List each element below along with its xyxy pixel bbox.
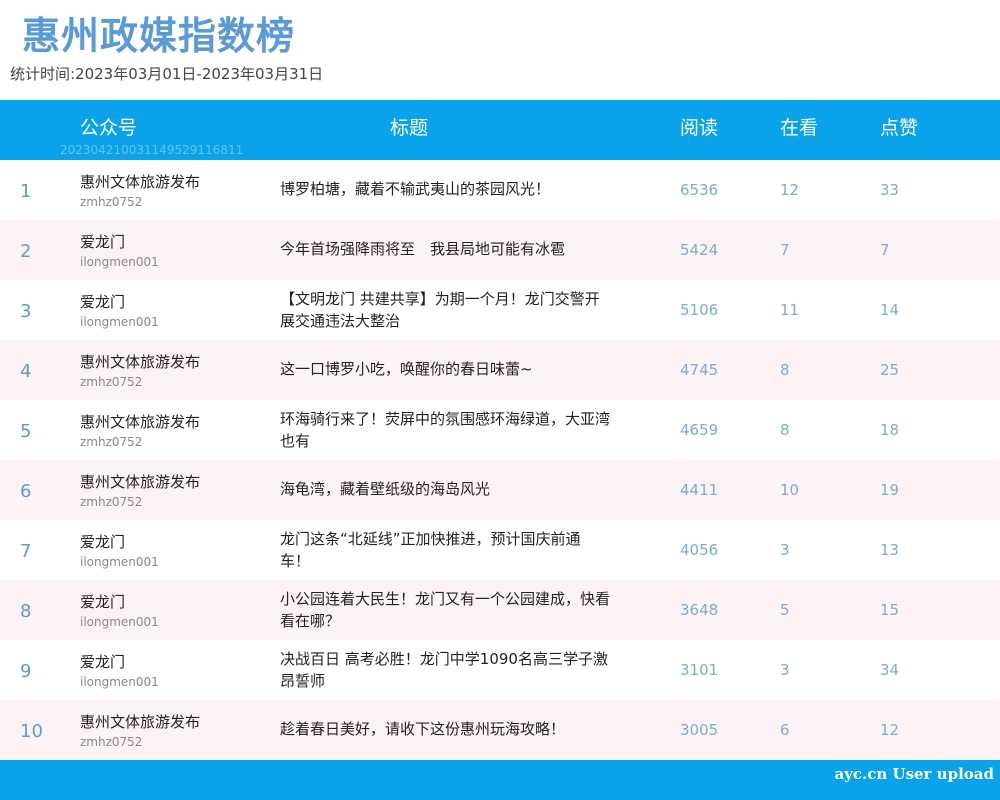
account-name[interactable]: 惠州文体旅游发布 bbox=[80, 712, 200, 732]
article-title[interactable]: 决战百日 高考必胜！龙门中学1090名高三学子激昂誓师 bbox=[280, 648, 610, 692]
table-row[interactable]: 4 惠州文体旅游发布 zmhz0752 这一口博罗小吃，唤醒你的春日味蕾~ 47… bbox=[0, 340, 1000, 400]
account-name[interactable]: 爱龙门 bbox=[80, 592, 125, 612]
column-header-watching[interactable]: 在看 bbox=[780, 100, 818, 156]
read-count: 4056 bbox=[680, 541, 719, 559]
rank-number: 5 bbox=[20, 421, 32, 442]
article-title[interactable]: 博罗柏塘，藏着不输武夷山的茶园风光！ bbox=[280, 178, 610, 200]
article-title[interactable]: 海龟湾，藏着壁纸级的海岛风光 bbox=[280, 478, 610, 500]
account-name[interactable]: 爱龙门 bbox=[80, 532, 125, 552]
account-name[interactable]: 惠州文体旅游发布 bbox=[80, 472, 200, 492]
account-name[interactable]: 爱龙门 bbox=[80, 232, 125, 252]
table-row[interactable]: 7 爱龙门 ilongmen001 龙门这条“北延线”正加快推进，预计国庆前通车… bbox=[0, 520, 1000, 580]
account-id: ilongmen001 bbox=[80, 615, 159, 629]
rank-number: 4 bbox=[20, 361, 32, 382]
account-id: zmhz0752 bbox=[80, 435, 143, 449]
account-name[interactable]: 惠州文体旅游发布 bbox=[80, 352, 200, 372]
read-count: 6536 bbox=[680, 181, 719, 199]
watching-count: 5 bbox=[780, 601, 790, 619]
like-count: 12 bbox=[880, 721, 900, 739]
rank-number: 9 bbox=[20, 661, 32, 682]
watching-count: 6 bbox=[780, 721, 790, 739]
rank-number: 2 bbox=[20, 241, 32, 262]
page-title: 惠州政媒指数榜 bbox=[22, 14, 296, 58]
like-count: 34 bbox=[880, 661, 900, 679]
account-name[interactable]: 惠州文体旅游发布 bbox=[80, 412, 200, 432]
watching-count: 8 bbox=[780, 361, 790, 379]
read-count: 4411 bbox=[680, 481, 719, 499]
rank-number: 1 bbox=[20, 181, 32, 202]
table-row[interactable]: 5 惠州文体旅游发布 zmhz0752 环海骑行来了！荧屏中的氛围感环海绿道，大… bbox=[0, 400, 1000, 460]
account-name[interactable]: 惠州文体旅游发布 bbox=[80, 172, 200, 192]
account-name[interactable]: 爱龙门 bbox=[80, 292, 125, 312]
like-count: 18 bbox=[880, 421, 900, 439]
column-header-reads[interactable]: 阅读 bbox=[680, 100, 718, 156]
account-id: ilongmen001 bbox=[80, 555, 159, 569]
rank-number: 7 bbox=[20, 541, 32, 562]
watching-count: 3 bbox=[780, 661, 790, 679]
read-count: 5424 bbox=[680, 241, 719, 259]
account-id: zmhz0752 bbox=[80, 495, 143, 509]
account-id: zmhz0752 bbox=[80, 375, 143, 389]
article-title[interactable]: 环海骑行来了！荧屏中的氛围感环海绿道，大亚湾也有 bbox=[280, 408, 610, 452]
read-count: 3648 bbox=[680, 601, 719, 619]
read-count: 5106 bbox=[680, 301, 719, 319]
rank-number: 3 bbox=[20, 301, 32, 322]
column-header-likes[interactable]: 点赞 bbox=[880, 100, 918, 156]
footer-bar: ayc.cn User upload bbox=[0, 760, 1000, 800]
like-count: 15 bbox=[880, 601, 900, 619]
watching-count: 12 bbox=[780, 181, 800, 199]
article-title[interactable]: 这一口博罗小吃，唤醒你的春日味蕾~ bbox=[280, 358, 610, 380]
article-title[interactable]: 趁着春日美好，请收下这份惠州玩海攻略！ bbox=[280, 718, 610, 740]
like-count: 19 bbox=[880, 481, 900, 499]
ranking-table-body: 1 惠州文体旅游发布 zmhz0752 博罗柏塘，藏着不输武夷山的茶园风光！ 6… bbox=[0, 160, 1000, 760]
like-count: 7 bbox=[880, 241, 890, 259]
watermark-id: 20230421003114952911681​1 bbox=[60, 143, 244, 157]
like-count: 14 bbox=[880, 301, 900, 319]
rank-number: 8 bbox=[20, 601, 32, 622]
account-id: ilongmen001 bbox=[80, 675, 159, 689]
watching-count: 3 bbox=[780, 541, 790, 559]
article-title[interactable]: 【文明龙门 共建共享】为期一个月！龙门交警开展交通违法大整治 bbox=[280, 288, 610, 332]
rank-number: 6 bbox=[20, 481, 32, 502]
watching-count: 10 bbox=[780, 481, 800, 499]
article-title[interactable]: 今年首场强降雨将至 我县局地可能有冰雹 bbox=[280, 238, 610, 260]
table-row[interactable]: 10 惠州文体旅游发布 zmhz0752 趁着春日美好，请收下这份惠州玩海攻略！… bbox=[0, 700, 1000, 760]
account-id: ilongmen001 bbox=[80, 315, 159, 329]
statistics-period: 统计时间:2023年03月01日-2023年03月31日 bbox=[10, 65, 324, 83]
rank-number: 10 bbox=[20, 721, 43, 742]
account-id: zmhz0752 bbox=[80, 735, 143, 749]
table-row[interactable]: 6 惠州文体旅游发布 zmhz0752 海龟湾，藏着壁纸级的海岛风光 4411 … bbox=[0, 460, 1000, 520]
like-count: 33 bbox=[880, 181, 900, 199]
watching-count: 7 bbox=[780, 241, 790, 259]
footer-credit[interactable]: ayc.cn User upload bbox=[834, 764, 994, 784]
article-title[interactable]: 龙门这条“北延线”正加快推进，预计国庆前通车！ bbox=[280, 528, 610, 572]
table-row[interactable]: 9 爱龙门 ilongmen001 决战百日 高考必胜！龙门中学1090名高三学… bbox=[0, 640, 1000, 700]
table-row[interactable]: 8 爱龙门 ilongmen001 小公园连着大民生！龙门又有一个公园建成，快看… bbox=[0, 580, 1000, 640]
read-count: 3101 bbox=[680, 661, 719, 679]
read-count: 4745 bbox=[680, 361, 719, 379]
like-count: 25 bbox=[880, 361, 900, 379]
read-count: 3005 bbox=[680, 721, 719, 739]
table-row[interactable]: 1 惠州文体旅游发布 zmhz0752 博罗柏塘，藏着不输武夷山的茶园风光！ 6… bbox=[0, 160, 1000, 220]
account-id: ilongmen001 bbox=[80, 255, 159, 269]
table-row[interactable]: 2 爱龙门 ilongmen001 今年首场强降雨将至 我县局地可能有冰雹 54… bbox=[0, 220, 1000, 280]
watching-count: 8 bbox=[780, 421, 790, 439]
like-count: 13 bbox=[880, 541, 900, 559]
account-name[interactable]: 爱龙门 bbox=[80, 652, 125, 672]
watching-count: 11 bbox=[780, 301, 800, 319]
column-header-title[interactable]: 标题 bbox=[390, 100, 428, 156]
account-id: zmhz0752 bbox=[80, 195, 143, 209]
article-title[interactable]: 小公园连着大民生！龙门又有一个公园建成，快看看在哪？ bbox=[280, 588, 610, 632]
table-row[interactable]: 3 爱龙门 ilongmen001 【文明龙门 共建共享】为期一个月！龙门交警开… bbox=[0, 280, 1000, 340]
read-count: 4659 bbox=[680, 421, 719, 439]
